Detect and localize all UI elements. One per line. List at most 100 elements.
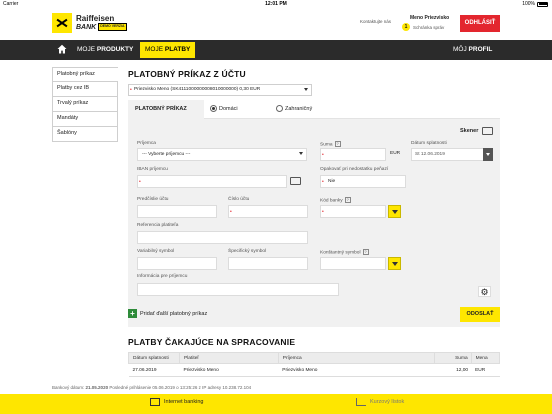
calendar-dropdown-icon[interactable] <box>483 148 493 161</box>
required-marker: • <box>322 179 324 185</box>
bank-logo[interactable]: Raiffeisen BANK DEMO VERZIA <box>52 13 134 33</box>
page-title: PLATOBNÝ PRÍKAZ Z ÚČTU <box>128 69 246 79</box>
pending-title: PLATBY ČAKAJÚCE NA SPRACOVANIE <box>128 337 296 347</box>
sidebar-item-mandates[interactable]: Mandáty <box>52 112 118 127</box>
specific-symbol-label: Špecifický symbol <box>228 249 267 254</box>
bank-code-label: Kód banky? <box>320 197 351 204</box>
currency-cell: EUR <box>471 363 500 377</box>
bank-code-dropdown-button[interactable] <box>388 205 401 218</box>
account-number-label: Číslo účtu <box>228 197 250 202</box>
amount-label: Suma? <box>320 141 341 148</box>
table-header-row: Dátum splatnosti Platiteľ Príjemca Suma … <box>127 352 501 364</box>
battery-icon <box>537 1 548 7</box>
nav-my-products[interactable]: MOJE PRODUKTY <box>72 42 138 58</box>
payer-cell: Priezvisko Meno <box>179 363 279 377</box>
logout-button[interactable]: ODHLÁSIŤ <box>460 15 500 32</box>
retry-select-value: Nie <box>328 179 336 184</box>
send-button[interactable]: ODOSLAŤ <box>460 307 500 322</box>
user-name[interactable]: Meno Priezvisko <box>410 15 449 21</box>
scanner-icon[interactable] <box>482 127 493 135</box>
recipient-select-value: --- Vyberte príjemcu --- <box>142 152 191 157</box>
retry-select[interactable]: • Nie <box>320 175 406 188</box>
add-payment-label: Pridať ďalší platobný príkaz <box>140 310 208 317</box>
iban-label: IBAN príjemcu <box>137 167 168 172</box>
footer-info: Bankový dátum: 21.05.2020 Posledné prihl… <box>52 385 252 390</box>
last-login: Posledné prihlásenie 05.06.2019 o 13:25:… <box>109 385 252 390</box>
retry-label: Opakovať pri nedostatku peňazí <box>320 167 389 172</box>
required-marker: • <box>230 209 232 215</box>
due-date-picker[interactable]: St 12.06.2019 <box>411 148 493 161</box>
scan-iban-icon[interactable] <box>290 177 301 185</box>
due-date-label: Dátum splatnosti <box>411 141 447 146</box>
gear-icon[interactable]: ⚙ <box>478 286 491 297</box>
info-input[interactable] <box>137 283 339 296</box>
logo-mark-icon <box>52 13 72 33</box>
scanner-label: Skener <box>460 128 479 134</box>
table-row[interactable]: 27.06.2019 Priezvisko Meno Priezvisko Me… <box>128 363 500 377</box>
due-date-cell: 27.06.2019 <box>128 363 180 377</box>
internet-banking-label: Internet banking <box>164 399 204 405</box>
radio-unselected-icon <box>276 105 283 112</box>
account-select[interactable]: • Priezvisko Meno (SK4111000000008010000… <box>128 84 312 96</box>
column-header: Príjemca <box>277 352 436 364</box>
constant-symbol-input[interactable] <box>320 257 386 270</box>
help-icon[interactable]: ? <box>344 197 351 203</box>
tab-payment-order[interactable]: PLATOBNÝ PRÍKAZ <box>128 100 204 119</box>
column-header: Suma <box>434 352 472 364</box>
bottom-bar <box>0 394 552 414</box>
help-icon[interactable]: ? <box>334 141 341 147</box>
brand-name: Raiffeisen <box>76 14 115 24</box>
radio-selected-icon <box>210 105 217 112</box>
due-date-value: St 12.06.2019 <box>415 152 445 157</box>
clock: 12:01 PM <box>265 1 287 7</box>
radio-domestic-label: Domáci <box>219 105 238 112</box>
exchange-rates-label: Kurzový lístok <box>370 399 405 405</box>
brand-subname: BANK <box>76 23 97 31</box>
message-count-badge[interactable]: 1 <box>402 23 410 31</box>
sidebar-item-templates[interactable]: Šablóny <box>52 127 118 142</box>
recipient-select[interactable]: --- Vyberte príjemcu --- <box>137 148 307 161</box>
internet-banking-tab[interactable]: Internet banking <box>150 398 203 406</box>
currency-label: EUR <box>390 151 401 156</box>
amount-input[interactable]: • <box>320 148 386 161</box>
sidebar-item-standing-order[interactable]: Trvalý príkaz <box>52 97 118 112</box>
radio-foreign-label: Zahraničný <box>285 105 313 112</box>
battery-indicator: 100% <box>522 1 548 7</box>
laptop-icon <box>150 398 160 406</box>
chevron-down-icon <box>304 88 308 91</box>
required-marker: • <box>322 209 324 215</box>
bank-date: 21.05.2020 <box>85 385 109 390</box>
sidebar: Platobný príkaz Platby cez IB Trvalý prí… <box>52 67 118 142</box>
battery-percent: 100% <box>522 1 535 7</box>
sidebar-item-ib-payments[interactable]: Platby cez IB <box>52 82 118 97</box>
radio-domestic[interactable]: Domáci <box>210 105 238 112</box>
prefix-label: Predčíslie účtu <box>137 197 169 202</box>
account-select-value: Priezvisko Meno (SK411100000000801000000… <box>134 87 261 92</box>
constant-symbol-dropdown-button[interactable] <box>388 257 401 270</box>
bank-code-input[interactable]: • <box>320 205 386 218</box>
form-header <box>204 100 500 119</box>
specific-symbol-input[interactable] <box>228 257 308 270</box>
nav-my-payments[interactable]: MOJE PLATBY <box>140 42 196 58</box>
variable-symbol-input[interactable] <box>137 257 217 270</box>
radio-foreign[interactable]: Zahraničný <box>276 105 312 112</box>
contact-link[interactable]: Kontaktujte nás <box>360 19 391 24</box>
prefix-input[interactable] <box>137 205 217 218</box>
column-header: Dátum splatnosti <box>127 352 181 364</box>
required-marker: • <box>322 152 324 158</box>
amount-cell: 12,00 <box>434 363 472 377</box>
chevron-down-icon <box>299 152 303 155</box>
inbox-link[interactable]: Schránka správ <box>413 25 444 30</box>
add-payment-link[interactable]: + Pridať ďalší platobný príkaz <box>128 309 207 318</box>
info-label: Informácia pre príjemcu <box>137 274 188 279</box>
home-icon[interactable] <box>57 44 67 54</box>
column-header: Platiteľ <box>179 352 279 364</box>
reference-label: Referencia platiteľa <box>137 223 179 228</box>
help-icon[interactable]: ? <box>362 249 369 255</box>
nav-my-profile[interactable]: MÔJ PROFIL <box>453 42 492 58</box>
reference-input[interactable] <box>137 231 308 244</box>
iban-input[interactable]: • <box>137 175 287 188</box>
sidebar-item-payment-order[interactable]: Platobný príkaz <box>52 67 118 82</box>
exchange-rates-tab[interactable]: Kurzový lístok <box>356 398 404 406</box>
account-number-input[interactable]: • <box>228 205 308 218</box>
